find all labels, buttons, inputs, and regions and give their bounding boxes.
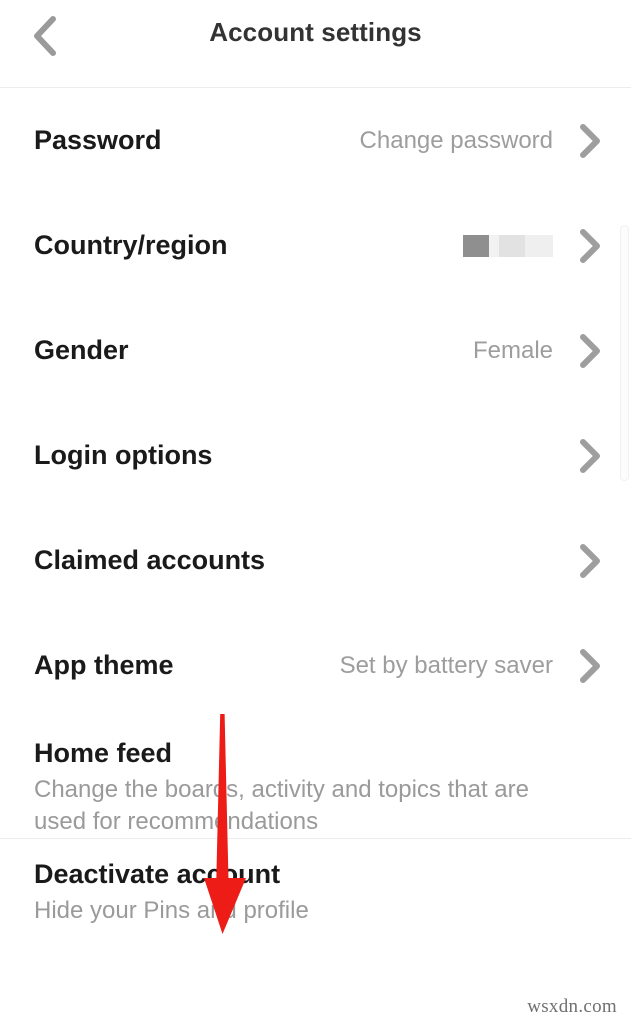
row-texts: Password: [34, 125, 360, 157]
settings-row-gender[interactable]: Gender Female: [0, 298, 631, 403]
chevron-right-icon[interactable]: [575, 333, 605, 368]
chevron-right-icon[interactable]: [575, 438, 605, 473]
chevron-right-icon[interactable]: [575, 543, 605, 578]
row-value: Set by battery saver: [339, 651, 553, 679]
row-value: Change password: [359, 126, 553, 154]
settings-row-app-theme[interactable]: App theme Set by battery saver: [0, 613, 631, 718]
chevron-right-icon[interactable]: [575, 123, 605, 158]
chevron-right-icon[interactable]: [575, 228, 605, 263]
settings-row-login-options[interactable]: Login options: [0, 403, 631, 508]
row-label: Country/region: [34, 229, 228, 260]
app-header: Account settings: [0, 0, 631, 88]
row-label: Claimed accounts: [34, 544, 266, 575]
danger-section: Deactivate account Hide your Pins and pr…: [0, 839, 631, 959]
row-subtitle: Hide your Pins and profile: [34, 897, 309, 925]
row-label: Login options: [34, 439, 213, 470]
row-label: Password: [34, 124, 162, 155]
chevron-right-icon[interactable]: [575, 648, 605, 683]
settings-row-password[interactable]: Password Change password: [0, 88, 631, 193]
row-texts: Deactivate account Hide your Pins and pr…: [34, 859, 605, 927]
settings-row-claimed-accounts[interactable]: Claimed accounts: [0, 508, 631, 613]
row-texts: Home feed Change the boards, activity an…: [34, 738, 605, 838]
row-texts: App theme: [34, 650, 340, 682]
row-texts: Gender: [34, 335, 473, 367]
row-texts: Country/region: [34, 230, 463, 262]
row-label: App theme: [34, 649, 174, 680]
row-texts: Login options: [34, 440, 553, 472]
settings-row-deactivate-account[interactable]: Deactivate account Hide your Pins and pr…: [0, 839, 631, 959]
row-subtitle: Change the boards, activity and topics t…: [34, 775, 529, 836]
settings-row-home-feed[interactable]: Home feed Change the boards, activity an…: [0, 718, 631, 838]
row-label: Home feed: [34, 738, 173, 768]
settings-list: Password Change password Country/region: [0, 88, 631, 838]
account-settings-screen: Account settings Password Change passwor…: [0, 0, 631, 1024]
row-texts: Claimed accounts: [34, 545, 553, 577]
watermark: wsxdn.com: [527, 996, 617, 1017]
row-label: Gender: [34, 334, 129, 365]
redacted-value: [463, 234, 553, 257]
page-title: Account settings: [209, 17, 422, 47]
row-label: Deactivate account: [34, 859, 281, 890]
settings-row-country-region[interactable]: Country/region: [0, 193, 631, 298]
scrollbar-thumb[interactable]: [620, 225, 629, 481]
row-value: Female: [472, 336, 553, 364]
